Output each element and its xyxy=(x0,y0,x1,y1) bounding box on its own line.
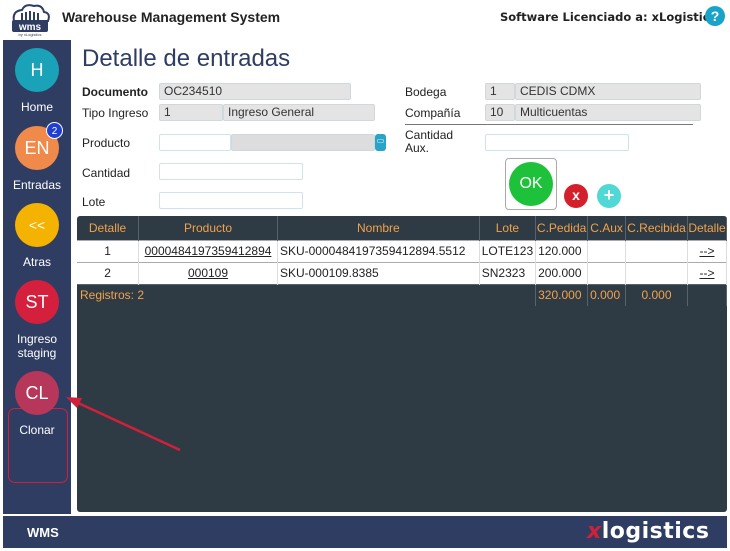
sidebar-item-home[interactable]: H Home xyxy=(3,48,71,114)
cantidad-label: Cantidad xyxy=(82,166,131,180)
col-c-pedida[interactable]: C.Pedida xyxy=(535,216,589,240)
lote-label: Lote xyxy=(82,195,106,209)
entradas-initials: EN xyxy=(24,138,50,158)
app-title: Warehouse Management System xyxy=(62,9,281,25)
sidebar-item-label: Entradas xyxy=(12,178,62,192)
page-title: Detalle de entradas xyxy=(82,45,291,72)
cell-detalle: 2 xyxy=(77,261,140,284)
compania-code-field[interactable]: 10 xyxy=(485,104,515,121)
sidebar-item-label: Ingreso staging xyxy=(16,332,58,360)
notification-badge: 2 xyxy=(46,122,63,139)
tipo-ingreso-label: Tipo Ingreso xyxy=(82,106,149,120)
table-header-row: Detalle Producto Nombre Lote C.Pedida C.… xyxy=(77,216,727,240)
documento-field[interactable]: OC234510 xyxy=(159,83,351,100)
cell-producto-link[interactable]: 0000484197359412894 xyxy=(138,239,278,262)
ok-button[interactable]: OK xyxy=(509,162,553,206)
cell-c-aux xyxy=(587,239,627,262)
detalle-table: Detalle Producto Nombre Lote C.Pedida C.… xyxy=(77,216,727,306)
col-nombre[interactable]: Nombre xyxy=(277,216,480,240)
total-c-aux: 0.000 xyxy=(587,283,627,306)
sidebar-item-label: Clonar xyxy=(19,423,55,437)
sidebar-item-label: Home xyxy=(20,100,53,114)
add-button[interactable]: + xyxy=(597,184,621,208)
xlogistics-logo: xlogistics xyxy=(587,519,709,544)
cell-c-pedida: 120.000 xyxy=(535,239,589,262)
back-icon: << xyxy=(15,203,59,247)
cell-c-recibida xyxy=(625,261,688,284)
sidebar-item-ingreso-staging[interactable]: ST Ingreso staging xyxy=(3,280,71,360)
table-row[interactable]: 1 0000484197359412894 SKU-00004841973594… xyxy=(77,239,727,262)
bodega-code-field[interactable]: 1 xyxy=(485,83,515,100)
brand-rest: logistics xyxy=(601,519,710,544)
producto-dropdown-icon[interactable]: ▭ xyxy=(375,134,386,151)
producto-input[interactable] xyxy=(159,134,231,151)
cell-detalle: 1 xyxy=(77,239,140,262)
cell-producto-link[interactable]: 000109 xyxy=(138,261,278,284)
wms-logo-icon: wms by xLogistics xyxy=(12,4,50,37)
col-producto[interactable]: Producto xyxy=(138,216,278,240)
lote-input[interactable] xyxy=(159,192,303,209)
logo-subtext: by xLogistics xyxy=(19,32,42,37)
divider xyxy=(405,124,693,125)
license-text: Software Licenciado a: xLogistics xyxy=(500,10,717,24)
total-empty xyxy=(687,283,727,306)
tipo-ingreso-name-field[interactable]: Ingreso General xyxy=(223,104,375,121)
help-icon[interactable]: ? xyxy=(705,6,725,26)
col-detalle[interactable]: Detalle xyxy=(77,216,140,240)
table-total-row: Registros: 2 320.000 0.000 0.000 xyxy=(77,283,727,306)
sidebar: H Home EN 2 Entradas << Atras ST Ingreso… xyxy=(3,40,71,514)
entradas-icon: EN 2 xyxy=(15,122,63,170)
col-c-recibida[interactable]: C.Recibida xyxy=(625,216,688,240)
cantidad-input[interactable] xyxy=(159,163,303,180)
sidebar-item-entradas[interactable]: EN 2 Entradas xyxy=(3,122,71,192)
cantidad-aux-label: Cantidad Aux. xyxy=(405,128,454,155)
ok-button-frame: OK xyxy=(505,158,557,210)
app-header: wms by xLogistics Warehouse Management S… xyxy=(0,0,730,37)
cell-detalle-link[interactable]: --> xyxy=(687,261,727,284)
compania-name-field[interactable]: Multicuentas xyxy=(515,104,701,121)
cell-c-aux xyxy=(587,261,627,284)
cancel-button[interactable]: x xyxy=(564,184,588,208)
documento-label: Documento xyxy=(82,85,148,99)
clonar-icon: CL xyxy=(15,371,59,415)
cell-lote: SN2323 xyxy=(479,261,537,284)
sidebar-item-label: Atras xyxy=(22,255,51,269)
detalle-grid: Detalle Producto Nombre Lote C.Pedida C.… xyxy=(77,216,727,512)
compania-label: Compañía xyxy=(405,106,461,120)
cantidad-aux-input[interactable] xyxy=(485,134,629,151)
cell-nombre: SKU-000109.8385 xyxy=(277,261,480,284)
producto-select[interactable] xyxy=(231,134,375,151)
table-row[interactable]: 2 000109 SKU-000109.8385 SN2323 200.000 … xyxy=(77,261,727,284)
col-c-aux[interactable]: C.Aux xyxy=(587,216,627,240)
total-c-recibida: 0.000 xyxy=(625,283,688,306)
cell-c-recibida xyxy=(625,239,688,262)
staging-icon: ST xyxy=(15,280,59,324)
cell-nombre: SKU-0000484197359412894.5512 xyxy=(277,239,480,262)
app-footer: WMS xlogistics xyxy=(3,516,727,548)
sidebar-item-clonar[interactable]: CL Clonar xyxy=(3,371,71,437)
bodega-name-field[interactable]: CEDIS CDMX xyxy=(515,83,701,100)
col-detalle-link[interactable]: Detalle xyxy=(687,216,727,240)
col-lote[interactable]: Lote xyxy=(479,216,537,240)
bodega-label: Bodega xyxy=(405,85,447,99)
cell-c-pedida: 200.000 xyxy=(535,261,589,284)
home-icon: H xyxy=(15,48,59,92)
producto-label: Producto xyxy=(82,136,131,150)
total-c-pedida: 320.000 xyxy=(535,283,589,306)
footer-label: WMS xyxy=(27,525,59,540)
registros-count: Registros: 2 xyxy=(77,283,537,306)
sidebar-item-atras[interactable]: << Atras xyxy=(3,203,71,269)
cell-lote: LOTE123 xyxy=(479,239,537,262)
brand-x: x xyxy=(587,519,602,544)
cell-detalle-link[interactable]: --> xyxy=(687,239,727,262)
tipo-ingreso-code-field[interactable]: 1 xyxy=(159,104,223,121)
